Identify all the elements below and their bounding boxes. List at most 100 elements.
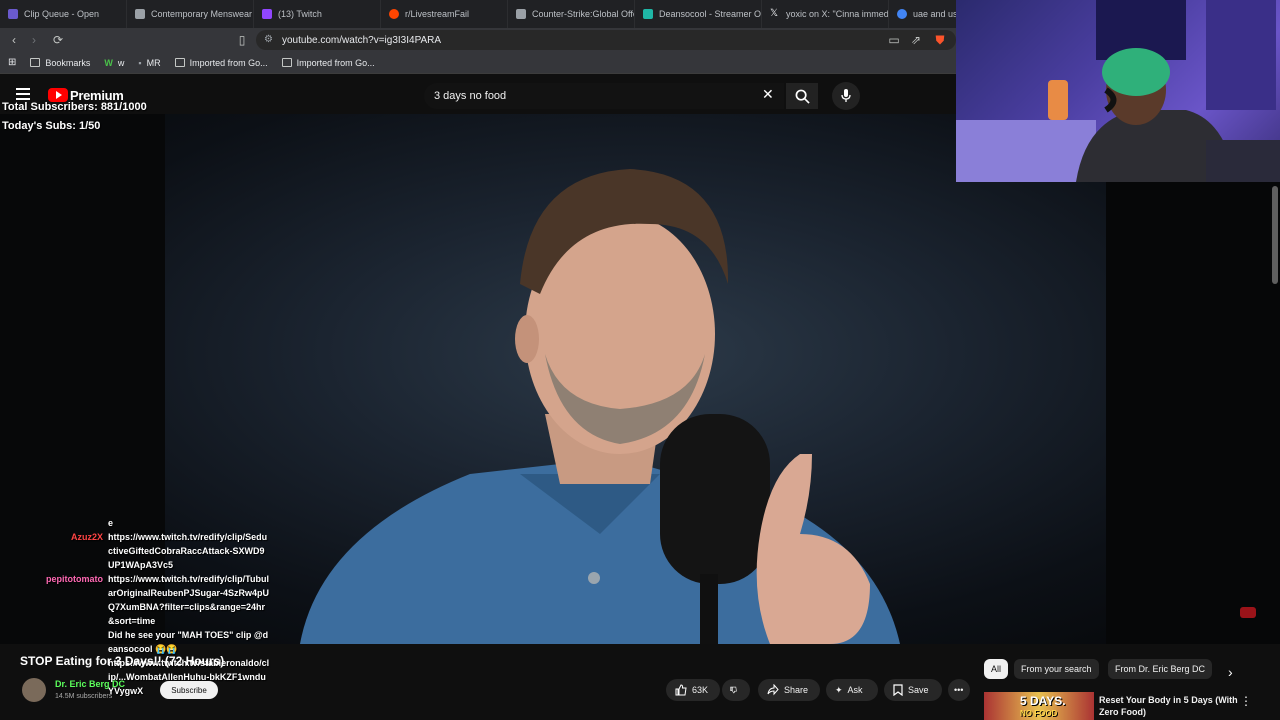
address-url: youtube.com/watch?v=ig3I3I4PARA xyxy=(282,34,442,46)
chip-from-channel[interactable]: From Dr. Eric Berg DC xyxy=(1108,659,1213,679)
channel-name[interactable]: Dr. Eric Berg DC xyxy=(55,679,125,689)
search-input[interactable]: 3 days no food xyxy=(424,83,784,109)
bookmark-save-icon xyxy=(893,684,903,696)
tab-favicon-icon xyxy=(389,9,399,19)
browser-tab[interactable]: 𝕏yoxic on X: "Cinna immed... xyxy=(762,0,889,28)
bookmark-label: MR xyxy=(146,57,161,68)
share-button[interactable]: Share xyxy=(758,679,820,701)
x-logo-icon: 𝕏 xyxy=(770,8,779,19)
chevron-right-icon[interactable]: › xyxy=(1228,664,1233,680)
more-actions-button[interactable]: ••• xyxy=(948,679,970,701)
recommended-thumbnail[interactable]: 5 DAYS. NO FOOD xyxy=(984,692,1094,720)
arrow-left-icon: ‹ xyxy=(12,33,16,47)
microphone-icon xyxy=(841,89,851,102)
tab-favicon-icon xyxy=(516,9,526,19)
save-button[interactable]: Save xyxy=(884,679,942,701)
channel-avatar[interactable] xyxy=(22,678,46,702)
bookmark-item[interactable]: ▪ MR xyxy=(138,58,160,68)
folder-icon xyxy=(281,58,292,67)
chat-text: https://www.twitch.tv/redify/clip/Seduct… xyxy=(108,532,268,570)
tab-title: Deansocool - Streamer Ov... xyxy=(659,9,762,19)
hamburger-menu-icon[interactable] xyxy=(16,88,30,100)
share-label: Share xyxy=(784,685,809,695)
chip-all[interactable]: All xyxy=(984,659,1009,679)
chat-text: Did he see your "MAH TOES" clip @deansoc… xyxy=(108,630,269,654)
recommended-title[interactable]: Reset Your Body in 5 Days (With Zero Foo… xyxy=(1099,694,1239,718)
dislike-button[interactable] xyxy=(722,679,750,701)
browser-tab[interactable]: (13) Twitch xyxy=(254,0,381,28)
tab-favicon-icon xyxy=(643,9,653,19)
youtube-watermark-icon xyxy=(1240,607,1256,618)
thumbnail-subtext: NO FOOD xyxy=(1020,709,1058,718)
tab-title: Clip Queue - Open xyxy=(24,9,100,19)
tab-title: Contemporary Menswear xyxy=(151,9,253,19)
voice-search-button[interactable] xyxy=(832,82,860,110)
chat-username: Azuz2X xyxy=(70,532,103,542)
page-icon: ▪ xyxy=(138,57,142,68)
search-query: 3 days no food xyxy=(434,90,507,102)
arrow-right-icon: › xyxy=(32,33,36,47)
share-icon: ⇗ xyxy=(910,33,922,47)
thumbs-down-icon xyxy=(730,686,737,694)
video-title: STOP Eating for 3 Days!! (72 Hours) xyxy=(20,654,225,668)
youtube-logo-icon[interactable] xyxy=(48,88,68,102)
chat-message: Azuz2X https://www.twitch.tv/redify/clip… xyxy=(20,530,270,572)
back-button[interactable]: ‹ xyxy=(4,30,24,50)
webcam-scene xyxy=(956,0,1280,182)
stream-chat-overlay: e Azuz2X https://www.twitch.tv/redify/cl… xyxy=(20,516,270,698)
bookmark-label: Bookmarks xyxy=(45,57,91,68)
folder-icon xyxy=(174,58,185,67)
brave-shield-button[interactable]: ⛊ xyxy=(930,30,950,50)
subscribe-button[interactable]: Subscribe xyxy=(160,681,218,699)
chat-message: Did he see your "MAH TOES" clip @deansoc… xyxy=(20,628,270,656)
page-scrollbar[interactable] xyxy=(1272,186,1278,284)
tab-title: Counter-Strike:Global Offe... xyxy=(532,9,635,19)
browser-tab[interactable]: Clip Queue - Open xyxy=(0,0,127,28)
thumbnail-text: 5 DAYS. xyxy=(1020,694,1066,708)
chat-username xyxy=(20,516,108,530)
share-arrow-icon xyxy=(767,684,779,696)
ask-button[interactable]: ✦ Ask xyxy=(826,679,878,701)
tab-title: yoxic on X: "Cinna immed... xyxy=(786,9,889,19)
ask-label: Ask xyxy=(847,685,863,695)
apps-grid-icon: ⊞ xyxy=(8,57,17,68)
tab-title: r/LivestreamFail xyxy=(405,9,470,19)
more-horizontal-icon: ••• xyxy=(954,685,964,695)
streamer-webcam xyxy=(956,0,1280,182)
tab-favicon-icon xyxy=(262,9,272,19)
forward-button[interactable]: › xyxy=(24,30,44,50)
monitor-icon: ▭ xyxy=(888,33,900,47)
bookmark-label: Imported from Go... xyxy=(189,57,268,68)
address-bar[interactable]: ⚙ youtube.com/watch?v=ig3I3I4PARA xyxy=(256,30,956,50)
sparkle-icon: ✦ xyxy=(835,684,843,695)
like-button[interactable]: 63K xyxy=(666,679,720,701)
search-icon xyxy=(795,89,810,104)
browser-tab[interactable]: Counter-Strike:Global Offe... xyxy=(508,0,635,28)
chat-message: e xyxy=(20,516,270,530)
bookmark-item[interactable]: Imported from Go... xyxy=(174,57,268,68)
more-vertical-icon[interactable]: ⋮ xyxy=(1240,694,1252,708)
bookmark-star-button[interactable]: ▯ xyxy=(232,30,252,50)
site-info-icon: ⚙ xyxy=(264,34,273,45)
chat-message: pepitotomato https://www.twitch.tv/redif… xyxy=(20,572,270,628)
bookmark-label: Imported from Go... xyxy=(296,57,375,68)
total-subscribers-overlay: Total Subscribers: 881/1000 xyxy=(2,101,147,113)
chat-text: https://www.twitch.tv/redify/clip/Tubula… xyxy=(108,574,270,626)
bookmark-label: w xyxy=(117,57,125,68)
save-label: Save xyxy=(908,685,929,695)
install-app-button[interactable]: ▭ xyxy=(884,30,904,50)
browser-tab[interactable]: r/LivestreamFail xyxy=(381,0,508,28)
reload-button[interactable]: ⟳ xyxy=(48,30,68,50)
chip-from-your-search[interactable]: From your search xyxy=(1014,659,1099,679)
bookmark-item[interactable]: Bookmarks xyxy=(30,58,90,68)
apps-button[interactable]: ⊞ xyxy=(8,57,16,68)
clear-search-icon[interactable]: ✕ xyxy=(762,86,774,103)
share-page-button[interactable]: ⇗ xyxy=(906,30,926,50)
browser-tab[interactable]: Deansocool - Streamer Ov... xyxy=(635,0,762,28)
bookmark-item[interactable]: Imported from Go... xyxy=(281,57,375,68)
search-button[interactable] xyxy=(786,83,818,109)
bookmark-item[interactable]: Ww xyxy=(104,58,124,68)
reload-icon: ⟳ xyxy=(52,33,64,47)
tab-favicon-icon xyxy=(897,9,907,19)
browser-tab[interactable]: Contemporary Menswear xyxy=(127,0,254,28)
